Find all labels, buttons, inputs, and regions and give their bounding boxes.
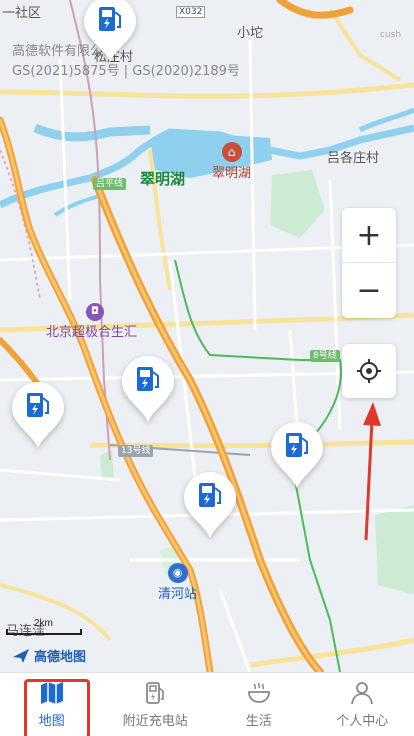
top-right-clip-label: cush (380, 30, 402, 40)
zoom-in-button[interactable]: + (342, 208, 396, 263)
bottom-tab-bar: 地图 附近充电站 生活 个人中心 (0, 672, 414, 736)
tab-life[interactable]: 生活 (207, 673, 311, 736)
map-icon (40, 682, 63, 704)
locate-icon (357, 359, 381, 383)
tab-map-label: 地图 (38, 714, 65, 729)
park-poi-label: 翠明湖 (212, 166, 252, 181)
charging-pin-1[interactable] (80, 0, 140, 64)
zoom-out-button[interactable]: − (342, 263, 396, 318)
zoom-control: + − (342, 208, 396, 318)
road-tag-line8: 8号线 (310, 350, 340, 362)
station-poi[interactable]: ◉ 清河站 (158, 563, 197, 602)
tab-life-label: 生活 (245, 714, 272, 729)
locate-button[interactable] (342, 344, 396, 398)
tab-nearby-stations-label: 附近充电站 (122, 714, 188, 729)
copyright-line-2: GS(2021)5875号 | GS(2020)2189号 (12, 64, 240, 79)
place-label-lvgezhuang: 吕各庄村 (327, 151, 380, 166)
tab-profile-label: 个人中心 (336, 714, 389, 729)
charging-station-icon (184, 472, 236, 538)
charging-station-icon (12, 382, 64, 448)
scale-bar: 2km (6, 618, 82, 635)
scale-line (6, 629, 82, 635)
bowl-icon (247, 682, 270, 703)
charging-station-icon (146, 682, 165, 704)
scale-label: 2km (34, 618, 53, 629)
lake-label: 翠明湖 (140, 170, 186, 188)
tab-map[interactable]: 地图 (0, 673, 104, 736)
park-poi-icon: ⌂ (221, 142, 242, 162)
place-label-top-left: 一社区 (2, 6, 42, 21)
road-tag-x032: X032 (176, 6, 206, 18)
charging-pin-2[interactable] (118, 352, 178, 424)
amap-logo-text: 高德地图 (34, 649, 87, 664)
amap-logo: 高德地图 (12, 646, 86, 665)
amap-arrow-icon (13, 648, 29, 663)
tab-profile[interactable]: 个人中心 (311, 673, 414, 736)
charging-station-icon (271, 422, 323, 488)
charging-pin-4[interactable] (267, 418, 327, 490)
mall-poi[interactable]: ◘ 北京超极合生汇 (46, 303, 137, 340)
place-label-xiaotuo: 小坨 (237, 26, 264, 41)
charging-station-icon (122, 356, 174, 422)
charging-station-icon (84, 0, 136, 62)
station-label: 清河站 (158, 587, 198, 602)
mall-poi-label: 北京超极合生汇 (46, 325, 138, 340)
subway-icon: ◉ (167, 563, 188, 583)
road-tag-line13: 13号线 (118, 445, 154, 457)
tab-nearby-stations[interactable]: 附近充电站 (104, 673, 208, 736)
person-icon (351, 682, 374, 705)
charging-pin-3[interactable] (8, 378, 68, 450)
map-view[interactable]: 一社区 松庄村 小坨 吕各庄村 马连洼 cush 高德软件有限公司 GS(202… (0, 0, 414, 672)
mall-poi-icon: ◘ (86, 303, 104, 321)
charging-pin-5[interactable] (180, 468, 240, 540)
road-tag-lvping: 吕平线 (93, 178, 127, 190)
park-poi[interactable]: ⌂ 翠明湖 (212, 142, 251, 181)
